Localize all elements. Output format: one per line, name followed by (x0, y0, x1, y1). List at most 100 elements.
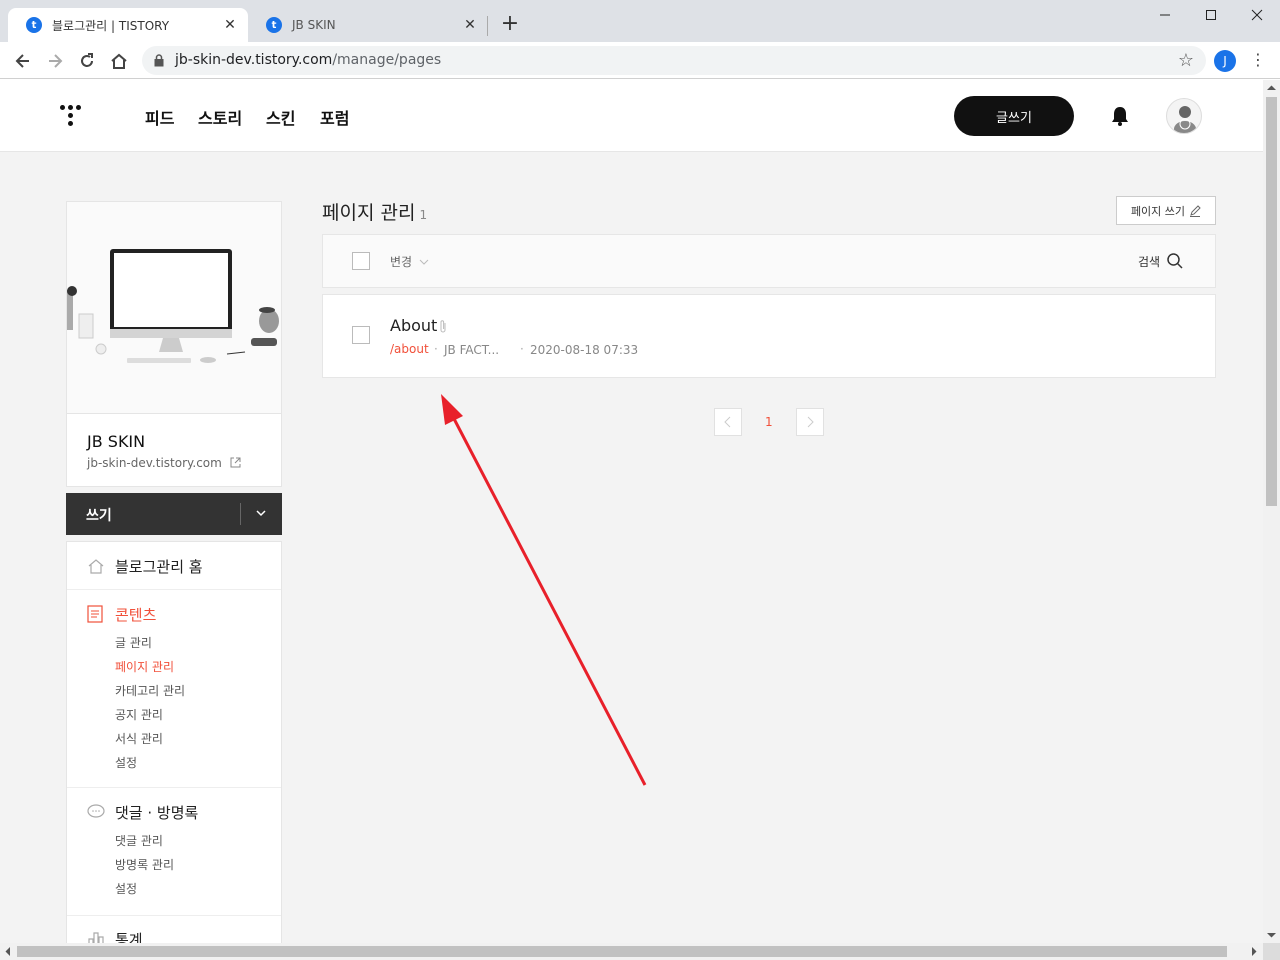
row-checkbox[interactable] (352, 326, 370, 344)
sidebar-item-templates[interactable]: 서식 관리 (115, 730, 163, 747)
page-date: 2020-08-18 07:33 (530, 343, 639, 357)
new-tab-button[interactable]: + (498, 13, 522, 37)
tab-blog-manage[interactable]: t 블로그관리 | TISTORY ✕ (8, 8, 248, 42)
browser-toolbar: jb-skin-dev.tistory.com/manage/pages ☆ J… (0, 42, 1280, 79)
sidebar-item-comment-settings[interactable]: 설정 (115, 880, 137, 897)
meta-separator: · (520, 342, 524, 356)
change-dropdown[interactable]: 변경 (390, 253, 429, 270)
menu-contents-section: 콘텐츠 글 관리 페이지 관리 카테고리 관리 공지 관리 서식 관리 설정 (67, 590, 281, 788)
prev-page-button[interactable] (714, 408, 742, 436)
minimize-button[interactable] (1142, 0, 1188, 30)
external-link-icon (230, 457, 241, 468)
search-label: 검색 (1138, 254, 1161, 269)
next-page-button[interactable] (796, 408, 824, 436)
sidebar-item-content-settings[interactable]: 설정 (115, 754, 137, 771)
blog-thumbnail[interactable] (66, 201, 282, 414)
menu-stats-section: 통계 (67, 916, 281, 943)
close-window-button[interactable] (1234, 0, 1280, 30)
page-title: 페이지 관리 1 (322, 202, 428, 224)
pencil-icon (1190, 204, 1201, 217)
arrow-left-icon (15, 54, 29, 68)
paperclip-icon (440, 320, 446, 333)
address-bar[interactable]: jb-skin-dev.tistory.com/manage/pages ☆ (142, 46, 1206, 75)
close-icon[interactable]: ✕ (222, 17, 238, 33)
page-item-title[interactable]: About (390, 316, 437, 335)
desk-illustration (67, 202, 281, 413)
page-content: 피드 스토리 스킨 포럼 글쓰기 JB SKIN jb-skin-dev.tis… (0, 80, 1263, 943)
menu-home-section: 블로그관리 홈 (67, 542, 281, 590)
divider (240, 503, 241, 525)
scroll-down-arrow-icon (1267, 933, 1276, 938)
tistory-favicon-icon: t (266, 17, 282, 33)
nav-story[interactable]: 스토리 (198, 105, 242, 129)
bookmark-star-icon[interactable]: ☆ (1178, 50, 1194, 71)
nav-skin[interactable]: 스킨 (266, 105, 295, 129)
sidebar-item-pages[interactable]: 페이지 관리 (115, 658, 174, 675)
horizontal-scroll-thumb[interactable] (17, 946, 1227, 957)
document-icon (87, 605, 103, 623)
site-header: 피드 스토리 스킨 포럼 글쓰기 (0, 80, 1263, 152)
chevron-right-icon (807, 416, 814, 428)
blog-url[interactable]: jb-skin-dev.tistory.com (87, 456, 241, 470)
vertical-scrollbar[interactable] (1263, 80, 1280, 943)
scroll-left-arrow-icon (5, 947, 10, 956)
page-number-current[interactable]: 1 (765, 415, 773, 429)
tistory-favicon-icon: t (26, 17, 42, 33)
menu-comments-section: 댓글 · 방명록 댓글 관리 방명록 관리 설정 (67, 788, 281, 916)
sidebar-item-contents[interactable]: 콘텐츠 (115, 604, 156, 625)
sidebar-write-bar[interactable]: 쓰기 (66, 493, 282, 535)
close-icon[interactable]: ✕ (462, 17, 478, 33)
user-avatar[interactable] (1166, 98, 1202, 134)
sidebar-item-posts[interactable]: 글 관리 (115, 634, 152, 651)
sidebar-item-guestbook[interactable]: 방명록 관리 (115, 856, 174, 873)
lock-icon (154, 54, 164, 67)
house-icon (88, 559, 104, 574)
tab-title: 블로그관리 | TISTORY (52, 18, 170, 33)
nav-forum[interactable]: 포럼 (320, 105, 349, 129)
sidebar-item-home[interactable]: 블로그관리 홈 (115, 556, 203, 577)
url-path: /manage/pages (332, 52, 442, 68)
write-post-button[interactable]: 글쓰기 (954, 96, 1074, 136)
vertical-scroll-thumb[interactable] (1266, 97, 1277, 506)
profile-avatar[interactable]: J (1214, 50, 1236, 72)
search-button[interactable]: 검색 (1138, 252, 1184, 270)
tab-separator (487, 16, 488, 36)
horizontal-scrollbar[interactable] (0, 943, 1263, 960)
home-icon (111, 53, 127, 69)
sidebar-item-comments[interactable]: 댓글 · 방명록 (115, 802, 198, 823)
chevron-down-icon[interactable] (254, 506, 268, 520)
sidebar-write-label[interactable]: 쓰기 (86, 505, 112, 525)
sidebar-item-notices[interactable]: 공지 관리 (115, 706, 163, 723)
maximize-button[interactable] (1188, 0, 1234, 30)
browser-menu-icon[interactable]: ⋮ (1250, 50, 1266, 72)
reload-icon (81, 53, 93, 67)
write-page-button[interactable]: 페이지 쓰기 (1116, 196, 1216, 225)
sidebar-item-categories[interactable]: 카테고리 관리 (115, 682, 185, 699)
search-icon (1167, 253, 1183, 269)
home-button[interactable] (106, 48, 132, 74)
page-slug[interactable]: /about (390, 342, 429, 356)
blog-info: JB SKIN jb-skin-dev.tistory.com (66, 414, 282, 487)
bar-chart-icon (88, 932, 104, 943)
sidebar-item-comment-manage[interactable]: 댓글 관리 (115, 832, 163, 849)
sidebar-menu: 블로그관리 홈 콘텐츠 글 관리 페이지 관리 카테고리 관리 공지 관리 서식… (66, 541, 282, 943)
forward-button[interactable] (42, 48, 68, 74)
tistory-logo[interactable] (60, 102, 88, 130)
scroll-up-arrow-icon (1267, 85, 1276, 90)
scrollbar-corner (1263, 943, 1280, 960)
chevron-down-icon (419, 259, 429, 265)
write-page-label: 페이지 쓰기 (1130, 204, 1186, 218)
reload-button[interactable] (74, 48, 100, 74)
table-row[interactable]: About /about · JB FACT... · 2020-08-18 0… (322, 294, 1216, 378)
back-button[interactable] (10, 48, 36, 74)
chevron-left-icon (724, 416, 731, 428)
notification-bell-icon[interactable] (1110, 105, 1130, 127)
url-text: jb-skin-dev.tistory.com/manage/pages (175, 52, 441, 68)
nav-feed[interactable]: 피드 (145, 105, 174, 129)
speech-bubble-icon (87, 804, 105, 818)
sidebar-item-stats[interactable]: 통계 (115, 929, 143, 943)
tab-title: JB SKIN (292, 18, 336, 32)
select-all-checkbox[interactable] (352, 252, 370, 270)
tab-jb-skin[interactable]: t JB SKIN ✕ (248, 8, 488, 42)
blog-name[interactable]: JB SKIN (87, 432, 145, 451)
